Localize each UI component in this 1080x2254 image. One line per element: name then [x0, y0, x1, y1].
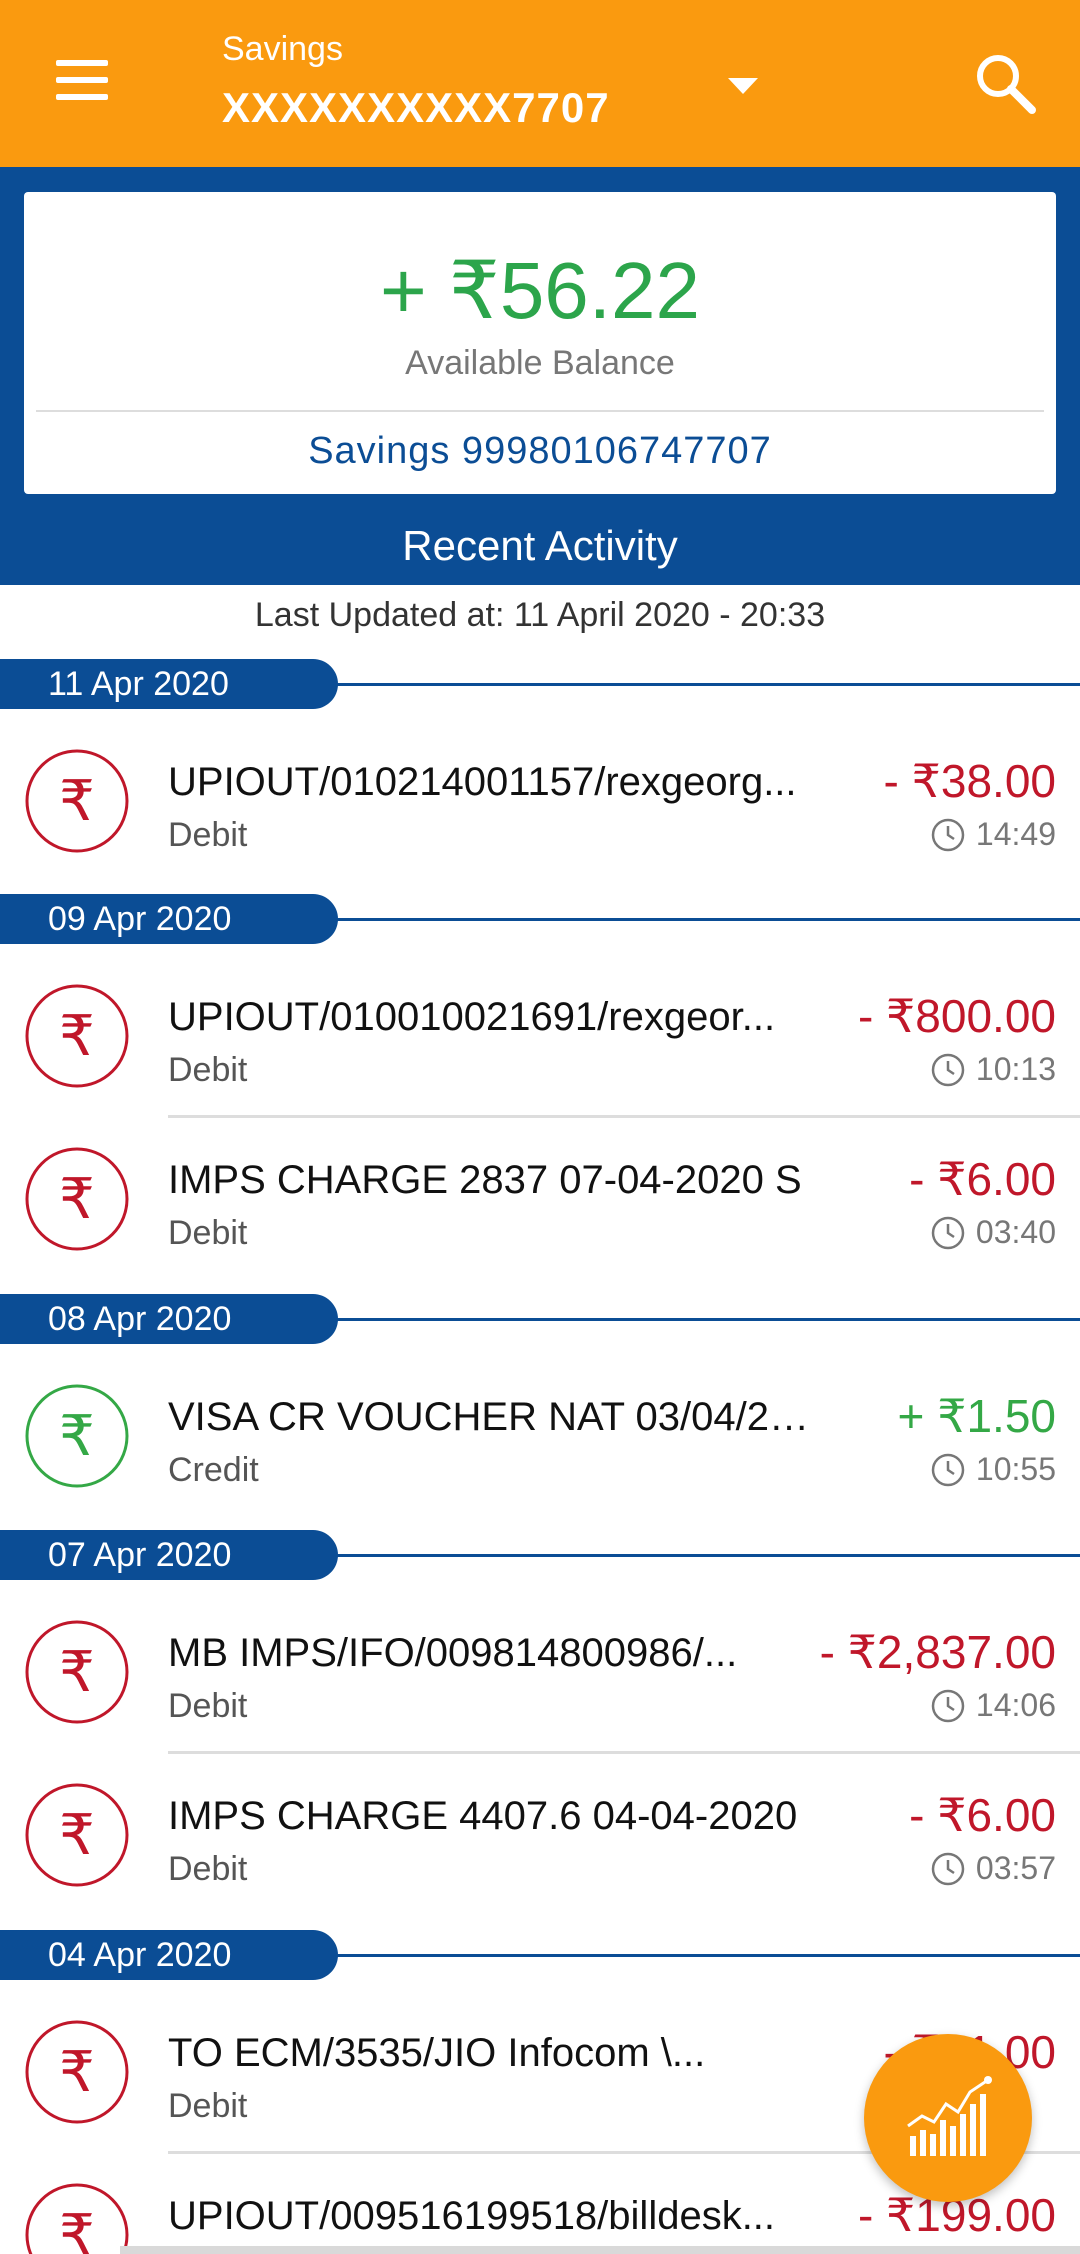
date-header: 04 Apr 2020 — [0, 1930, 1080, 1980]
available-balance-label: Available Balance — [405, 344, 675, 382]
transaction-description: UPIOUT/010010021691/rexgeor... — [168, 995, 776, 1039]
svg-text:₹: ₹ — [59, 1004, 95, 1069]
rupee-icon: ₹ — [25, 1147, 129, 1251]
hamburger-menu-icon[interactable] — [50, 54, 114, 106]
account-selector[interactable]: XXXXXXXXXX7707 — [222, 84, 610, 132]
svg-text:₹: ₹ — [59, 2203, 95, 2254]
transaction-row[interactable]: ₹ MB IMPS/IFO/009814800986/... Debit - ₹… — [0, 1591, 1080, 1754]
transaction-time: 10:13 — [930, 1051, 1056, 1088]
transaction-description: TO ECM/3535/JIO Infocom \... — [168, 2031, 706, 2075]
caret-down-icon[interactable] — [720, 66, 766, 106]
rupee-icon: ₹ — [25, 984, 129, 1088]
clock-icon — [931, 1852, 965, 1885]
transaction-type: Debit — [168, 1051, 248, 1089]
recent-activity-title: Recent Activity — [402, 522, 678, 569]
transaction-description: UPIOUT/010214001157/rexgeorg... — [168, 760, 797, 804]
transaction-description: MB IMPS/IFO/009814800986/... — [168, 1631, 738, 1675]
transaction-row[interactable]: ₹ IMPS CHARGE 2837 07-04-2020 S Debit - … — [0, 1118, 1080, 1281]
transaction-amount: + ₹1.50 — [897, 1390, 1056, 1442]
transaction-type: Debit — [168, 1687, 248, 1725]
chart-icon — [907, 2076, 992, 2156]
svg-text:₹: ₹ — [59, 1404, 95, 1469]
svg-text:₹: ₹ — [59, 769, 95, 834]
date-header: 09 Apr 2020 — [0, 894, 1080, 944]
rupee-icon: ₹ — [25, 1620, 129, 1724]
transaction-type: Debit — [168, 2087, 248, 2125]
clock-icon — [931, 1216, 965, 1249]
available-balance-amount: + ₹56.22 — [379, 246, 701, 335]
time-label: 10:55 — [975, 1451, 1056, 1487]
date-label: 11 Apr 2020 — [0, 659, 338, 709]
svg-text:₹: ₹ — [59, 1640, 95, 1705]
transaction-amount: - ₹6.00 — [909, 1153, 1056, 1205]
transaction-description: IMPS CHARGE 4407.6 04-04-2020 — [168, 1794, 798, 1838]
date-header: 11 Apr 2020 — [0, 659, 1080, 709]
date-label: 04 Apr 2020 — [0, 1930, 338, 1980]
transaction-amount: - ₹800.00 — [857, 990, 1056, 1042]
date-label: 09 Apr 2020 — [0, 894, 338, 944]
transaction-amount: - ₹6.00 — [909, 1789, 1056, 1841]
transaction-description: UPIOUT/009516199518/billdesk... — [168, 2194, 776, 2238]
transaction-row[interactable]: ₹ IMPS CHARGE 4407.6 04-04-2020 Debit - … — [0, 1754, 1080, 1917]
transaction-row[interactable]: ₹ UPIOUT/010214001157/rexgeorg... Debit … — [0, 720, 1080, 883]
transaction-type: Credit — [168, 1451, 259, 1489]
divider-line — [320, 683, 1080, 686]
bottom-navigation-strip — [120, 2246, 1080, 2254]
divider-line — [320, 918, 1080, 921]
transaction-amount: - ₹2,837.00 — [819, 1626, 1056, 1678]
transaction-amount: - ₹38.00 — [883, 755, 1056, 807]
rupee-icon: ₹ — [25, 1783, 129, 1887]
transaction-description: VISA CR VOUCHER NAT 03/04/2020 — [168, 1395, 818, 1439]
app-bar: Savings XXXXXXXXXX7707 — [0, 0, 1080, 167]
time-label: 10:13 — [975, 1051, 1056, 1087]
transaction-type: Debit — [168, 816, 248, 854]
last-updated-text: Last Updated at: 11 April 2020 - 20:33 — [254, 596, 826, 634]
clock-icon — [931, 1053, 965, 1086]
transaction-time: 03:40 — [930, 1214, 1056, 1251]
svg-text:₹: ₹ — [59, 1167, 95, 1232]
rupee-icon: ₹ — [25, 1384, 129, 1488]
svg-text:₹: ₹ — [59, 2040, 95, 2105]
rupee-icon: ₹ — [25, 749, 129, 853]
divider-line — [320, 1318, 1080, 1321]
time-label: 14:06 — [975, 1687, 1056, 1723]
search-icon[interactable] — [972, 50, 1038, 116]
date-label: 08 Apr 2020 — [0, 1294, 338, 1344]
time-label: 03:40 — [975, 1214, 1056, 1250]
account-type-label[interactable]: Savings — [222, 30, 343, 69]
transaction-time: 14:06 — [930, 1687, 1056, 1724]
time-label: 03:57 — [975, 1850, 1056, 1886]
transaction-time: 03:57 — [930, 1850, 1056, 1887]
account-number-label: Savings 99980106747707 — [308, 430, 772, 472]
clock-icon — [931, 818, 965, 851]
divider-line — [320, 1954, 1080, 1957]
clock-icon — [931, 1453, 965, 1486]
date-header: 08 Apr 2020 — [0, 1294, 1080, 1344]
date-label: 07 Apr 2020 — [0, 1530, 338, 1580]
clock-icon — [931, 1689, 965, 1722]
transaction-description: IMPS CHARGE 2837 07-04-2020 S — [168, 1158, 802, 1202]
transaction-time: 10:55 — [930, 1451, 1056, 1488]
rupee-icon: ₹ — [25, 2020, 129, 2124]
transaction-type: Debit — [168, 1850, 248, 1888]
date-header: 07 Apr 2020 — [0, 1530, 1080, 1580]
divider-line — [320, 1554, 1080, 1557]
svg-text:₹: ₹ — [59, 1803, 95, 1868]
balance-card[interactable]: + ₹56.22 Available Balance Savings 99980… — [24, 192, 1056, 494]
time-label: 14:49 — [975, 816, 1056, 852]
transaction-row[interactable]: ₹ UPIOUT/010010021691/rexgeor... Debit -… — [0, 955, 1080, 1118]
transaction-type: Debit — [168, 1214, 248, 1252]
analytics-fab[interactable] — [864, 2034, 1032, 2202]
transaction-row[interactable]: ₹ VISA CR VOUCHER NAT 03/04/2020 Credit … — [0, 1355, 1080, 1518]
rupee-icon: ₹ — [25, 2183, 129, 2254]
transaction-time: 14:49 — [930, 816, 1056, 853]
card-divider — [36, 410, 1044, 412]
